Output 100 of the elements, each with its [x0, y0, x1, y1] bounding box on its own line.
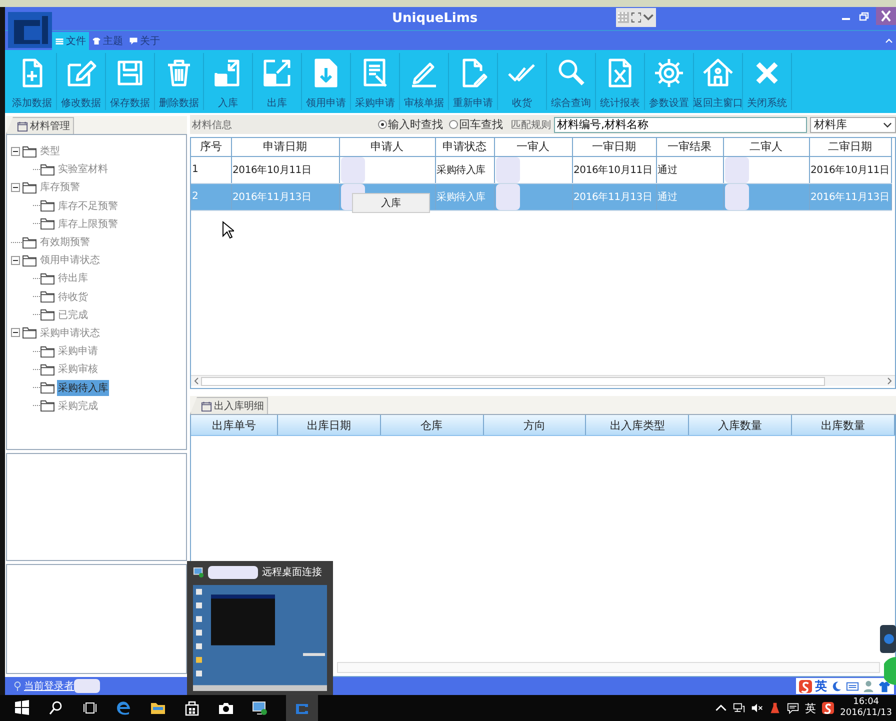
column-header[interactable]: 申请人 — [339, 138, 435, 156]
tree-item[interactable]: 采购申请 — [57, 343, 99, 360]
table-cell: 2016年11月13日 — [574, 192, 652, 202]
radio-option[interactable]: 回车查找 — [449, 117, 503, 132]
panel-tab[interactable]: 材料管理 — [6, 117, 74, 134]
column-header[interactable]: 申请日期 — [231, 138, 339, 156]
table-cell: 通过 — [658, 164, 678, 176]
speaker-muted-icon[interactable] — [751, 702, 764, 714]
browser-icon[interactable] — [116, 700, 132, 716]
collapse-icon[interactable] — [11, 256, 20, 265]
tree-item[interactable]: 已完成 — [57, 306, 89, 323]
taskbar-preview[interactable]: 远程桌面连接 — [187, 561, 333, 695]
monitor-icon[interactable] — [252, 700, 268, 716]
column-header[interactable]: 出库单号 — [191, 415, 278, 435]
column-header[interactable]: 一审结果 — [656, 138, 723, 156]
toolbar-button[interactable]: 返回主窗口 — [694, 53, 743, 110]
tree-item[interactable]: 采购审核 — [57, 361, 99, 378]
collapse-icon[interactable] — [11, 182, 20, 192]
flask-icon[interactable] — [769, 702, 782, 714]
column-header[interactable]: 二审日期 — [809, 138, 891, 156]
panel-tab[interactable]: 出入库明细 — [190, 397, 268, 414]
tree-item[interactable]: 待出库 — [57, 270, 89, 286]
input-field[interactable]: 材料编号,材料名称 — [554, 116, 807, 132]
tree-item[interactable]: 领用申请状态 — [39, 252, 101, 268]
tree-item[interactable]: 库存预警 — [39, 179, 81, 196]
library-dropdown[interactable]: 材料库 — [810, 116, 896, 132]
column-header[interactable]: 出入库类型 — [586, 415, 690, 435]
column-header[interactable]: 一审日期 — [572, 138, 656, 156]
folder-icon — [22, 180, 37, 194]
folder-icon — [40, 399, 55, 412]
tab-label: 出入库明细 — [214, 400, 264, 413]
tree-item[interactable]: 采购申请状态 — [39, 324, 101, 341]
table-row[interactable]: 1 2016年10月11日 采购待入库 2016年10月11日 通过 2016年10月11日 — [191, 156, 891, 183]
column-header[interactable]: 方向 — [484, 415, 586, 435]
tree-item[interactable]: 采购待入库 — [57, 380, 109, 396]
message-icon[interactable] — [787, 702, 800, 714]
app-logo-icon — [8, 12, 52, 48]
scroll-bar[interactable] — [337, 662, 880, 673]
monitor-icon — [193, 566, 204, 578]
bag-icon[interactable] — [184, 700, 200, 716]
column-header[interactable]: 入库数量 — [689, 415, 792, 435]
clock-time[interactable]: 16:04 — [853, 697, 880, 708]
redaction-mark — [208, 566, 258, 578]
menu-tab[interactable]: 文件 — [52, 32, 89, 50]
folder-icon — [40, 308, 55, 322]
keyboard-icon[interactable] — [846, 680, 859, 692]
side-tab-icon[interactable] — [880, 625, 896, 653]
scroll-bar[interactable] — [191, 375, 895, 386]
column-header[interactable]: 序号 — [191, 138, 231, 156]
tree-item[interactable]: 库存上限预警 — [57, 216, 119, 232]
table-cell: 2016年10月11日 — [810, 164, 890, 176]
column-header[interactable]: 出库数量 — [792, 415, 896, 435]
restore-icon[interactable] — [858, 10, 870, 22]
chevron-down-icon[interactable] — [643, 12, 654, 23]
column-header[interactable]: 一审人 — [494, 138, 572, 156]
tree-item[interactable]: 待收货 — [57, 288, 89, 305]
ime-language[interactable]: 英 — [815, 678, 827, 694]
badge-icon[interactable] — [884, 657, 896, 685]
column-header[interactable]: 仓库 — [380, 415, 484, 435]
login-label: 当前登录者 — [24, 680, 74, 693]
clock-date[interactable]: 2016/11/13 — [840, 708, 892, 719]
table-cell: 2016年11月13日 — [232, 192, 312, 202]
input-language[interactable]: 英 — [805, 700, 816, 716]
fullscreen-icon[interactable] — [630, 12, 642, 23]
caret-up-icon[interactable] — [715, 702, 728, 714]
collapse-icon[interactable] — [11, 328, 20, 338]
task-view-icon[interactable] — [82, 700, 98, 716]
folder-icon — [22, 254, 37, 267]
table-cell: 1 — [192, 164, 198, 175]
tree-item[interactable]: 库存不足预警 — [57, 198, 119, 214]
redaction-mark — [724, 156, 748, 182]
windows-icon[interactable] — [14, 700, 30, 716]
section-title: 材料信息 — [192, 118, 232, 132]
folder-icon[interactable] — [150, 700, 166, 716]
list-icon — [55, 36, 64, 46]
close-icon[interactable] — [876, 7, 896, 25]
column-header[interactable]: 出库日期 — [278, 415, 381, 435]
menu-tab[interactable]: 关于 — [126, 32, 163, 50]
tree-item[interactable]: 有效期预警 — [39, 234, 91, 250]
search-icon[interactable] — [48, 700, 64, 716]
moon-icon[interactable] — [830, 680, 843, 692]
radio-option[interactable]: 输入时查找 — [378, 117, 443, 132]
shirt-icon[interactable] — [878, 680, 891, 692]
tab-label: 材料管理 — [30, 120, 70, 133]
taskbar-app[interactable] — [286, 695, 318, 721]
collapse-icon[interactable] — [11, 146, 20, 156]
column-header[interactable]: 申请状态 — [435, 138, 494, 156]
tree-item[interactable]: 类型 — [39, 143, 61, 160]
folder-icon — [40, 199, 55, 212]
menu-tab[interactable]: 主题 — [89, 32, 126, 50]
camera-icon[interactable] — [218, 700, 234, 716]
column-header[interactable]: 二审人 — [723, 138, 809, 156]
tree-item[interactable]: 采购完成 — [57, 398, 99, 414]
folder-icon — [22, 144, 37, 158]
s-logo-icon[interactable] — [822, 702, 834, 714]
tree-item[interactable]: 实验室材料 — [57, 161, 109, 178]
table-cell: 通过 — [658, 192, 678, 202]
network-icon[interactable] — [733, 702, 746, 714]
arrow-left-icon[interactable] — [193, 377, 199, 385]
arrow-right-icon[interactable] — [887, 377, 893, 385]
